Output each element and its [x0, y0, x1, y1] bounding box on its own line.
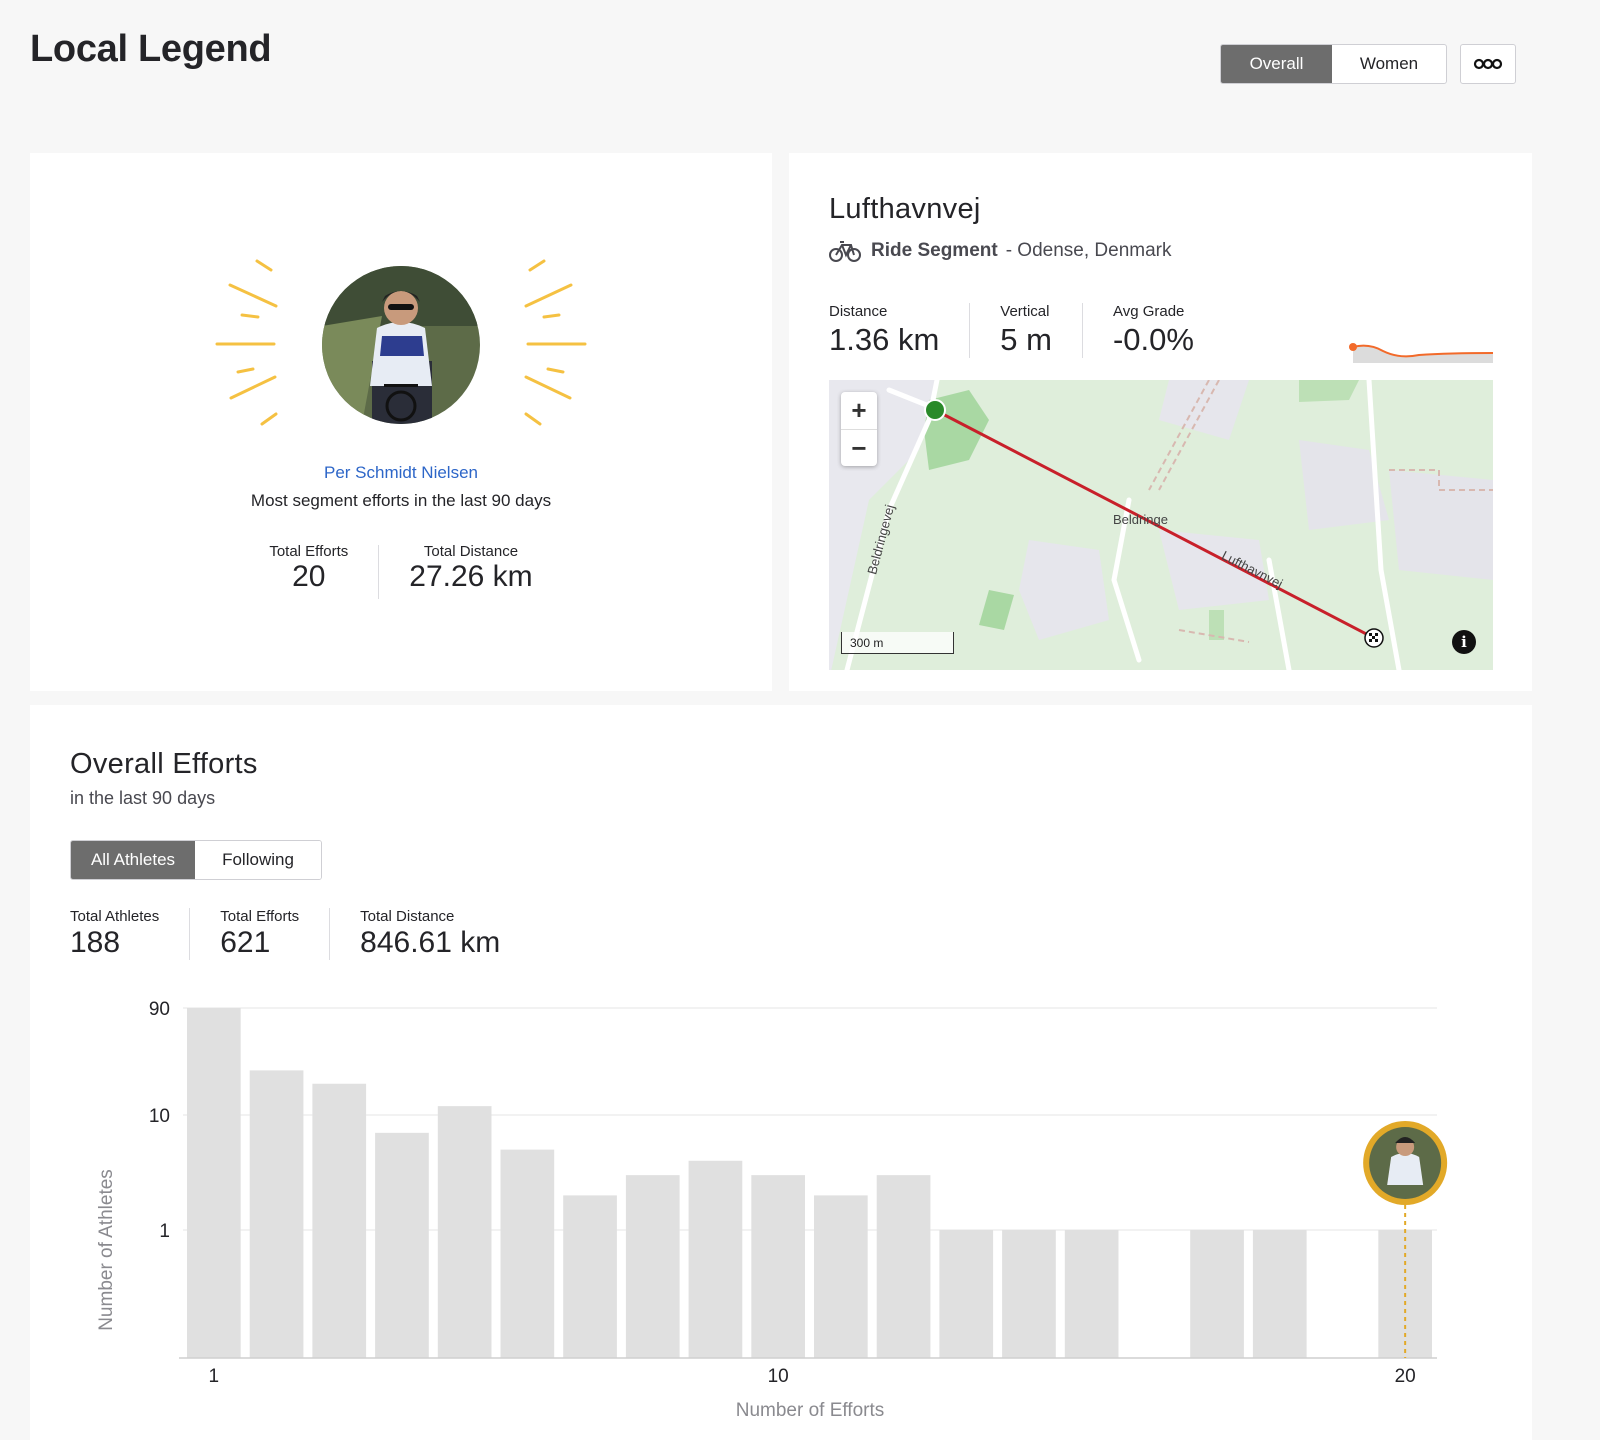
histogram-bar — [939, 1230, 994, 1358]
segment-type-label: Ride Segment — [871, 240, 998, 261]
legend-stat-efforts: Total Efforts 20 — [239, 543, 378, 599]
more-options-button[interactable] — [1460, 44, 1516, 84]
x-axis-title: Number of Efforts — [736, 1400, 885, 1421]
legend-stats: Total Efforts 20 Total Distance 27.26 km — [30, 543, 772, 599]
stat-label: Distance — [829, 303, 888, 320]
athlete-name-link[interactable]: Per Schmidt Nielsen — [30, 463, 772, 483]
elevation-profile — [1349, 343, 1493, 363]
histogram-bar — [500, 1149, 555, 1358]
histogram-bar — [375, 1132, 429, 1358]
segment-location: - Odense, Denmark — [1005, 240, 1172, 261]
segment-stat-distance: Distance 1.36 km — [829, 303, 969, 358]
segment-stats: Distance 1.36 km Vertical 5 m Avg Grade … — [829, 303, 1224, 358]
page-title: Local Legend — [30, 28, 272, 70]
segment-stat-grade: Avg Grade -0.0% — [1081, 303, 1224, 358]
histogram-bar — [814, 1195, 868, 1358]
y-tick-label: 1 — [159, 1221, 170, 1242]
local-legend-card: Per Schmidt Nielsen Most segment efforts… — [30, 153, 772, 691]
map-label-town: Beldringe — [1113, 512, 1168, 527]
avatar-jersey — [1387, 1153, 1424, 1185]
stat-value: 1.36 km — [829, 322, 940, 357]
legend-stat-distance: Total Distance 27.26 km — [379, 543, 562, 599]
segment-card: Lufthavnvej Ride Segment - Odense, Denma… — [789, 153, 1532, 691]
histogram-bar — [249, 1070, 304, 1358]
histogram-bar — [688, 1160, 743, 1358]
segment-map[interactable]: Beldringe Lufthavnvej Beldringevej + − 3… — [829, 380, 1493, 670]
stat-value: -0.0% — [1112, 322, 1194, 357]
y-axis-title: Number of Athletes — [96, 1169, 117, 1331]
histogram-bar — [625, 1175, 680, 1358]
stat-label: Total Efforts — [269, 543, 349, 560]
bike-icon — [829, 241, 861, 262]
histogram-bar — [1064, 1230, 1119, 1358]
x-tick-label: 10 — [768, 1366, 789, 1387]
map-info-icon[interactable]: i — [1452, 630, 1476, 654]
stat-label: Avg Grade — [1112, 303, 1185, 320]
histogram-bar — [437, 1106, 492, 1358]
stat-label: Vertical — [1000, 303, 1050, 320]
map-zoom-controls: + − — [841, 392, 877, 466]
zoom-out-button[interactable]: − — [841, 429, 877, 466]
segment-title: Lufthavnvej — [829, 193, 981, 225]
legend-subtitle: Most segment efforts in the last 90 days — [250, 491, 552, 510]
x-tick-label: 20 — [1395, 1366, 1416, 1387]
overall-efforts-card: Overall Efforts in the last 90 days All … — [30, 705, 1532, 1440]
stat-value: 5 m — [1000, 322, 1052, 357]
stat-value: 20 — [292, 560, 326, 593]
tab-overall[interactable]: Overall — [1221, 45, 1332, 83]
athlete-avatar[interactable] — [322, 266, 480, 424]
zoom-in-button[interactable]: + — [841, 392, 877, 429]
stat-value: 27.26 km — [409, 560, 533, 593]
histogram-bar — [1252, 1230, 1307, 1358]
y-tick-label: 90 — [149, 999, 170, 1020]
y-tick-label: 10 — [149, 1106, 170, 1127]
x-tick-label: 1 — [209, 1366, 220, 1387]
histogram-bar — [187, 1008, 241, 1358]
ellipsis-icon — [1473, 58, 1503, 70]
histogram-bar — [1002, 1230, 1056, 1358]
histogram-bar — [876, 1175, 931, 1358]
highlight-athlete-avatar — [1363, 1121, 1448, 1205]
stat-label: Total Distance — [423, 543, 519, 560]
segment-type: Ride Segment - Odense, Denmark — [829, 239, 1172, 263]
histogram-bar — [1190, 1230, 1244, 1358]
tab-women[interactable]: Women — [1332, 45, 1446, 83]
map-scale-bar: 300 m — [841, 632, 954, 654]
gender-toggle: Overall Women — [1220, 44, 1447, 84]
histogram-bar — [563, 1195, 617, 1358]
histogram-bar — [312, 1083, 367, 1358]
histogram-bar — [751, 1175, 805, 1358]
segment-stat-vertical: Vertical 5 m — [969, 303, 1082, 358]
efforts-histogram: 90 10 1 1 10 20 Number of Efforts Number of Ath… — [96, 999, 1448, 1421]
